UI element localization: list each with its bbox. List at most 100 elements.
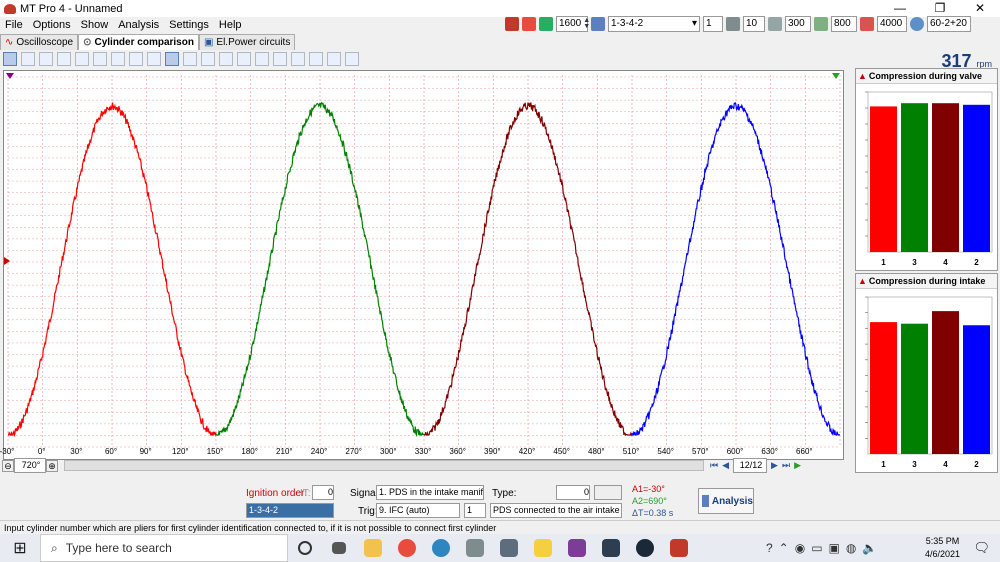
histogram-icon[interactable]: [291, 52, 305, 66]
windows-start-icon[interactable]: ⊞: [0, 538, 40, 558]
bar-category-label: 4: [943, 460, 948, 469]
marker-icon[interactable]: [219, 52, 233, 66]
menu-settings[interactable]: Settings: [164, 19, 214, 31]
print-icon[interactable]: [345, 52, 359, 66]
cursor-icon[interactable]: [201, 52, 215, 66]
bold-b-icon[interactable]: [93, 52, 107, 66]
trig-extra-field[interactable]: 1: [464, 503, 486, 518]
pds-select[interactable]: PDS connected to the air intake r: [490, 503, 622, 518]
x-tick-label: -30°: [0, 447, 15, 456]
horizontal-scrollbar[interactable]: [64, 460, 704, 471]
sort-icon[interactable]: [273, 52, 287, 66]
type-extra-field[interactable]: [594, 485, 622, 500]
export-icon[interactable]: [327, 52, 341, 66]
value-800-spinner[interactable]: 800: [831, 16, 857, 32]
x-tick-label: 150°: [206, 447, 224, 456]
value-4000-spinner[interactable]: 4000: [877, 16, 907, 32]
analysis-button[interactable]: Analysis: [698, 488, 754, 514]
lock-icon[interactable]: [539, 17, 553, 31]
value-10: 10: [746, 18, 758, 29]
first-page-icon[interactable]: ⏮: [710, 460, 718, 471]
menu-file[interactable]: File: [0, 19, 28, 31]
x-tick-label: 450°: [553, 447, 570, 456]
sample-rate-spinner[interactable]: 1600 ▲ ▼: [556, 16, 590, 32]
cortana-icon[interactable]: [288, 534, 322, 562]
zoom-in-button-icon[interactable]: ⊕: [46, 459, 58, 472]
sample-rate-value: 1600: [559, 18, 582, 29]
firing-order-select[interactable]: 1-3-4-2 ▾: [608, 16, 700, 32]
file-explorer-icon[interactable]: [356, 534, 390, 562]
record-icon[interactable]: [522, 17, 536, 31]
bar-category-label: 2: [974, 258, 979, 267]
zoom-out-icon[interactable]: ⊖: [2, 459, 14, 472]
app-device-icon[interactable]: [594, 534, 628, 562]
onenote-icon[interactable]: [560, 534, 594, 562]
tab-cylinder-comparison[interactable]: ⊙ Cylinder comparison: [78, 34, 199, 50]
single-channel-icon[interactable]: [3, 52, 17, 66]
bar-cylinder-4: [932, 103, 959, 252]
cylinder-spinner[interactable]: 1: [703, 16, 723, 32]
bars-icon[interactable]: [111, 52, 125, 66]
x-tick-label: 600°: [726, 447, 744, 456]
dual-channel-icon[interactable]: [21, 52, 35, 66]
app-network-icon[interactable]: [458, 534, 492, 562]
view-tabs: ∿ Oscilloscope ⊙ Cylinder comparison ▣ El.P…: [0, 34, 296, 50]
waves-icon[interactable]: [183, 52, 197, 66]
ignition-order-select[interactable]: 1-3-4-2: [246, 503, 334, 518]
play-icon[interactable]: ▶: [794, 460, 801, 471]
bar-cylinder-2: [963, 104, 990, 252]
app-settings-icon[interactable]: [492, 534, 526, 562]
prev-page-icon[interactable]: ◀: [722, 460, 729, 471]
app-bolt-icon[interactable]: [526, 534, 560, 562]
menu-bar: File Options Show Analysis Settings Help: [0, 17, 500, 33]
task-view-icon[interactable]: [322, 534, 356, 562]
bar-category-label: 1: [881, 258, 886, 267]
bar-chart-icon[interactable]: [165, 52, 179, 66]
next-page-icon[interactable]: ▶: [771, 460, 778, 471]
app-icon: [4, 3, 16, 14]
taskbar-search[interactable]: ⌕ Type here to search: [40, 534, 288, 562]
compare-icon[interactable]: [75, 52, 89, 66]
app-globe-icon[interactable]: [424, 534, 458, 562]
last-page-icon[interactable]: ⏭: [782, 460, 790, 471]
taskbar-clock[interactable]: 5:35 PM 4/6/2021: [925, 534, 960, 562]
value-300-spinner[interactable]: 300: [785, 16, 811, 32]
wave-small-icon[interactable]: [129, 52, 143, 66]
table-icon[interactable]: [309, 52, 323, 66]
menu-options[interactable]: Options: [28, 19, 76, 31]
x-tick-label: 300°: [380, 447, 397, 456]
scale-icon[interactable]: [255, 52, 269, 66]
menu-show[interactable]: Show: [76, 19, 114, 31]
page-field[interactable]: 12/12: [733, 458, 768, 473]
tray-icons[interactable]: ?⌃◉▭▣◍🔈: [766, 541, 883, 555]
value-10-spinner[interactable]: 10: [743, 16, 765, 32]
tab-oscilloscope[interactable]: ∿ Oscilloscope: [0, 34, 79, 50]
chrome-icon[interactable]: [390, 534, 424, 562]
menu-help[interactable]: Help: [214, 19, 247, 31]
car-icon[interactable]: [505, 17, 519, 31]
piston-icon[interactable]: [147, 52, 161, 66]
window-title: MT Pro 4 - Unnamed: [20, 2, 123, 15]
tab-label: Cylinder comparison: [94, 37, 194, 48]
align-icon[interactable]: [237, 52, 251, 66]
notification-icon[interactable]: 🗨: [973, 540, 990, 556]
right-marker: [832, 73, 840, 79]
steam-icon[interactable]: [628, 534, 662, 562]
trig-select[interactable]: 9. IFC (auto): [376, 503, 460, 518]
signal-select[interactable]: 1. PDS in the intake manifo: [376, 485, 484, 500]
x-tick-label: 270°: [345, 447, 362, 456]
type-field[interactable]: 0: [556, 485, 590, 500]
bar-category-label: 4: [943, 258, 948, 267]
trigger-wheel-select[interactable]: 60-2+20: [927, 16, 971, 32]
it-field[interactable]: 0: [312, 485, 334, 500]
x-tick-label: 0°: [37, 447, 46, 456]
zoom-in-icon[interactable]: [39, 52, 53, 66]
oscilloscope-plot[interactable]: [3, 70, 844, 460]
span-field[interactable]: 720°: [14, 458, 46, 473]
mtpro-icon[interactable]: [662, 534, 696, 562]
overlay-icon[interactable]: [57, 52, 71, 66]
value-800: 800: [834, 18, 851, 29]
menu-analysis[interactable]: Analysis: [113, 19, 164, 31]
tab-el-power-circuits[interactable]: ▣ El.Power circuits: [198, 34, 296, 50]
ignition-order-label: Ignition order:: [246, 488, 308, 499]
